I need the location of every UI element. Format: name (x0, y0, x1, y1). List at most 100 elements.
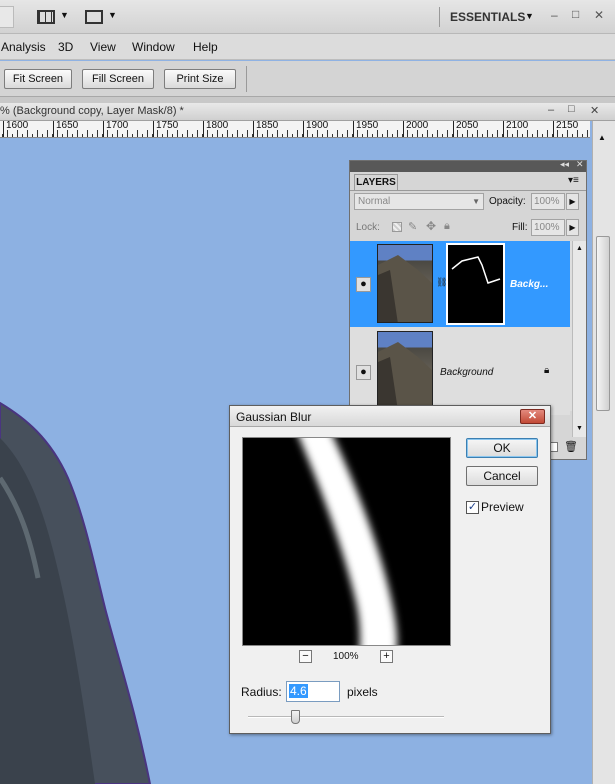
opacity-label: Opacity: (489, 196, 526, 207)
scroll-up-icon[interactable]: ▲ (598, 133, 606, 142)
radius-slider-thumb[interactable] (291, 710, 301, 724)
ruler-tick: 2050 (452, 121, 479, 137)
radius-slider-track[interactable] (248, 716, 444, 718)
mask-line-image (451, 256, 501, 284)
lock-transparent-icon[interactable] (392, 222, 402, 232)
ruler-tick: 1650 (52, 121, 79, 137)
chevron-down-icon[interactable]: ▼ (525, 11, 534, 21)
doc-close-button[interactable]: ✕ (590, 104, 599, 117)
ruler-tick: 1600 (2, 121, 29, 137)
zoom-level: 100% (333, 651, 359, 662)
blend-mode-select[interactable]: Normal ▼ (354, 193, 484, 210)
layer-list: ● ⛓ Backg... ● Background 🔒︎ (350, 241, 572, 415)
blur-preview[interactable] (242, 437, 451, 646)
ruler-tick: 1700 (102, 121, 129, 137)
print-size-button[interactable]: Print Size (164, 69, 236, 89)
ruler-tick: 2100 (502, 121, 529, 137)
ruler-tick: 2150 (552, 121, 579, 137)
app-logo-icon (0, 6, 14, 28)
lock-all-icon[interactable]: 🔒︎ (444, 220, 450, 233)
panel-header[interactable]: ◂◂ ✕ (350, 159, 586, 172)
opacity-input[interactable]: 100% (531, 193, 565, 210)
lock-icon: 🔒︎ (544, 365, 550, 376)
ruler-tick: 1750 (152, 121, 179, 137)
lock-image-brush-icon[interactable]: ✎ (408, 220, 417, 233)
fit-screen-button[interactable]: Fit Screen (4, 69, 72, 89)
scroll-up-icon[interactable]: ▲ (576, 245, 583, 252)
fill-label: Fill: (512, 222, 528, 233)
maximize-button[interactable]: □ (572, 7, 579, 21)
ruler-tick: 1900 (302, 121, 329, 137)
menu-bar: Analysis 3D View Window Help (0, 34, 615, 60)
layer-thumbnail (377, 331, 433, 410)
dialog-close-button[interactable]: ✕ (520, 409, 545, 424)
ruler-tick: 2000 (402, 121, 429, 137)
gaussian-blur-dialog: Gaussian Blur ✕ OK Cancel ✓ Preview − 10… (229, 405, 551, 734)
scroll-thumb[interactable] (596, 236, 610, 411)
divider (439, 7, 440, 27)
radius-unit: pixels (347, 685, 378, 699)
chevron-down-icon: ▼ (472, 197, 480, 206)
layer-row-background-copy[interactable]: ● ⛓ Backg... (350, 241, 570, 327)
fill-screen-button[interactable]: Fill Screen (82, 69, 154, 89)
options-bar: Fit Screen Fill Screen Print Size (0, 61, 615, 97)
radius-input[interactable]: 4.6 (286, 681, 340, 702)
zoom-out-button[interactable]: − (299, 650, 312, 663)
close-icon[interactable]: ✕ (576, 159, 584, 170)
chevron-down-icon[interactable]: ▼ (108, 10, 117, 20)
ruler-tick: 1950 (352, 121, 379, 137)
scroll-down-icon[interactable]: ▼ (576, 425, 583, 432)
menu-3d[interactable]: 3D (58, 40, 73, 54)
lock-label: Lock: (356, 222, 380, 233)
lock-position-move-icon[interactable]: ✥ (426, 219, 436, 233)
zoom-in-button[interactable]: + (380, 650, 393, 663)
screen-mode-icon[interactable] (85, 10, 103, 24)
collapse-icon[interactable]: ◂◂ (560, 159, 569, 170)
building-thumbnail-image (378, 342, 432, 409)
fill-arrow-icon[interactable]: ▶ (566, 219, 579, 236)
divider (246, 66, 247, 92)
close-button[interactable]: ✕ (594, 8, 604, 22)
layer-name: Background (440, 367, 494, 378)
chevron-down-icon[interactable]: ▼ (60, 10, 69, 20)
eye-icon[interactable]: ● (356, 277, 371, 292)
blend-mode-value: Normal (358, 196, 391, 207)
minimize-button[interactable]: – (551, 8, 558, 22)
radius-label: Radius: (241, 685, 282, 699)
menu-help[interactable]: Help (193, 40, 218, 54)
eye-icon[interactable]: ● (356, 365, 371, 380)
layer-mask-thumbnail[interactable] (446, 243, 505, 325)
horizontal-ruler[interactable]: 1600 1650 1700 1750 1800 1850 1900 1950 … (0, 121, 590, 138)
ruler-tick: 1800 (202, 121, 229, 137)
doc-minimize-button[interactable]: – (548, 104, 554, 116)
menu-analysis[interactable]: Analysis (1, 40, 46, 54)
layer-row-background[interactable]: ● Background 🔒︎ (350, 329, 570, 415)
doc-maximize-button[interactable]: □ (568, 103, 575, 115)
building-thumbnail-image (378, 255, 432, 322)
arrange-documents-icon[interactable] (37, 10, 55, 24)
panel-menu-icon[interactable]: ▾≡ (568, 175, 579, 186)
menu-window[interactable]: Window (132, 40, 175, 54)
application-bar: ▼ ▼ ESSENTIALS ▼ – □ ✕ (0, 0, 615, 34)
fill-input[interactable]: 100% (531, 219, 565, 236)
dialog-title: Gaussian Blur (236, 410, 312, 424)
trash-icon[interactable]: 🗑︎ (564, 440, 578, 453)
vertical-scrollbar[interactable]: ▲ (592, 121, 615, 784)
cancel-button[interactable]: Cancel (466, 466, 538, 486)
document-tab[interactable]: % (Background copy, Layer Mask/8) * – □ … (0, 103, 615, 121)
preview-checkbox[interactable]: ✓ (466, 501, 479, 514)
document-title: % (Background copy, Layer Mask/8) * (0, 105, 184, 117)
close-icon: ✕ (527, 410, 538, 422)
ok-button[interactable]: OK (466, 438, 538, 458)
layers-scrollbar[interactable]: ▲ ▼ (572, 241, 586, 437)
dialog-titlebar[interactable]: Gaussian Blur ✕ (230, 406, 550, 427)
opacity-arrow-icon[interactable]: ▶ (566, 193, 579, 210)
ruler-tick: 1850 (252, 121, 279, 137)
layer-thumbnail (377, 244, 433, 323)
preview-label: Preview (481, 500, 524, 514)
workspace-switcher[interactable]: ESSENTIALS (450, 10, 525, 24)
mask-preview-image (299, 438, 398, 645)
tab-strip-line (350, 190, 586, 191)
tab-layers[interactable]: LAYERS (354, 174, 398, 190)
menu-view[interactable]: View (90, 40, 116, 54)
